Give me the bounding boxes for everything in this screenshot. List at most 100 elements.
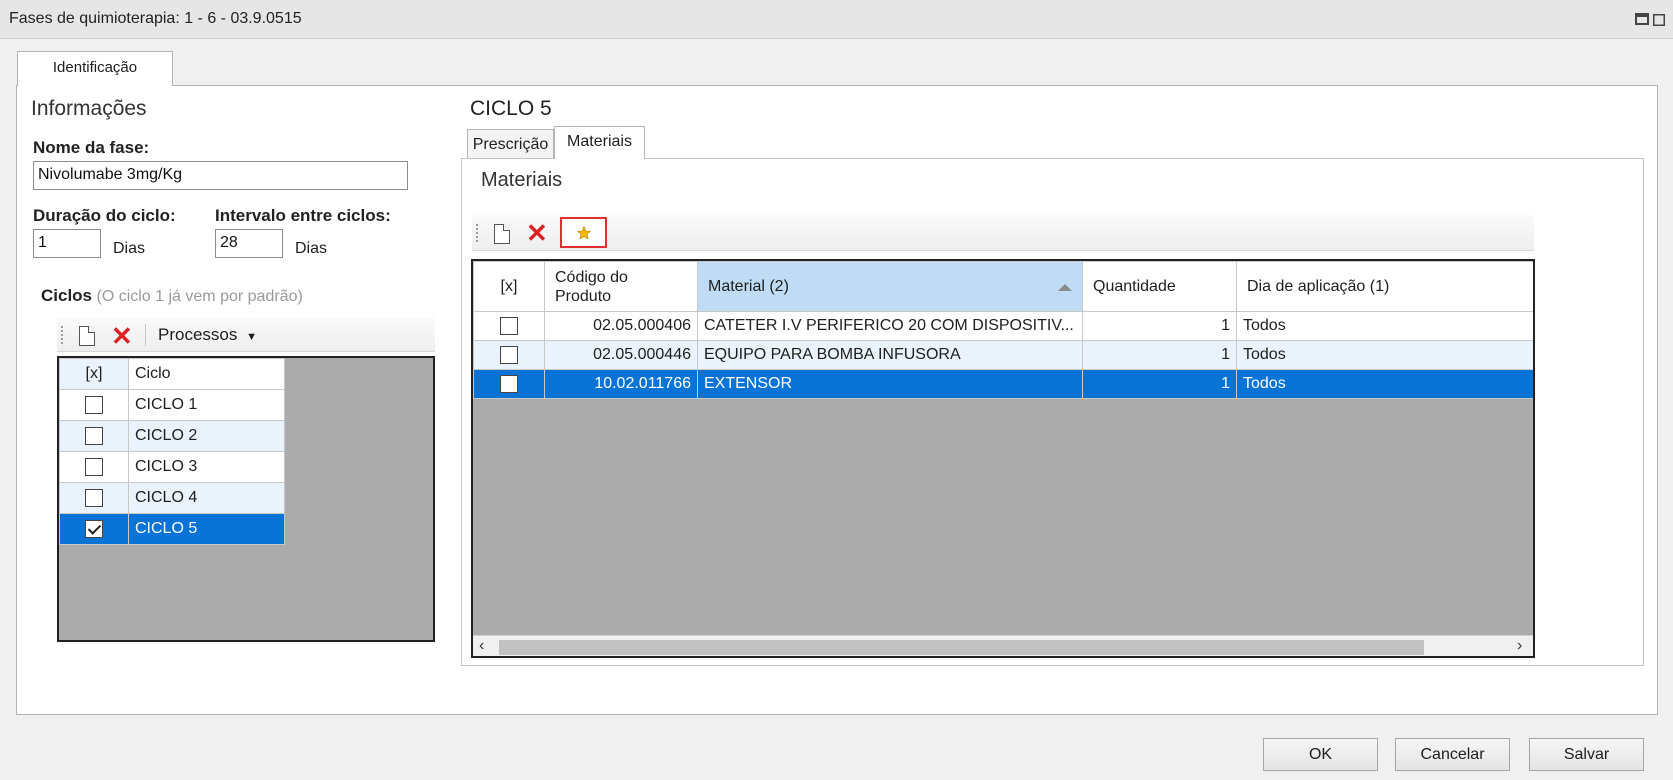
col-dia[interactable]: Dia de aplicação (1)	[1236, 261, 1533, 312]
col-ciclo[interactable]: Ciclo	[128, 358, 285, 390]
material-row[interactable]: 10.02.011766 EXTENSOR 1 Todos	[473, 369, 1533, 399]
material-codigo-cell[interactable]: 02.05.000406	[544, 311, 698, 341]
window-titlebar: Fases de quimioterapia: 1 - 6 - 03.9.051…	[0, 0, 1673, 39]
col-codigo-line2: Produto	[555, 287, 612, 305]
identificacao-panel: Informações Nome da fase: Nivolumabe 3mg…	[16, 85, 1658, 715]
toolbar-grip	[61, 326, 64, 344]
ciclo-row[interactable]: CICLO 4	[59, 482, 285, 514]
col-check[interactable]: [x]	[473, 261, 545, 312]
ciclo-row[interactable]: CICLO 1	[59, 389, 285, 421]
materiais-grid: [x] Código do Produto Material (2) Quant…	[471, 259, 1535, 658]
toolbar-grip	[476, 224, 479, 242]
ciclo-name-cell[interactable]: CICLO 4	[128, 482, 285, 514]
intervalo-unit: Dias	[295, 240, 328, 257]
favorite-button[interactable]	[560, 217, 607, 248]
scroll-right-icon[interactable]: ›	[1517, 637, 1522, 655]
ciclo-checkbox[interactable]	[85, 519, 103, 538]
ciclos-toolbar: ✕ Processos ▼	[57, 318, 435, 352]
ciclo-row-check-cell[interactable]	[59, 513, 129, 545]
material-row[interactable]: 02.05.000446 EQUIPO PARA BOMBA INFUSORA 1 T…	[473, 340, 1533, 370]
ciclo-checkbox[interactable]	[85, 395, 103, 414]
materiais-toolbar: ✕	[472, 215, 1534, 251]
duracao-ciclo-label: Duração do ciclo:	[33, 206, 176, 225]
ciclos-table: [x] Ciclo CICLO 1 CICLO 2 CICLO 3 CICLO 4 CI…	[59, 358, 285, 545]
material-quantidade-cell[interactable]: 1	[1082, 369, 1237, 399]
tab-identificacao[interactable]: Identificação	[17, 51, 173, 86]
ok-button[interactable]: OK	[1263, 738, 1378, 771]
ciclo-name-cell[interactable]: CICLO 3	[128, 451, 285, 483]
new-material-icon[interactable]	[494, 224, 510, 244]
cancel-button[interactable]: Cancelar	[1395, 738, 1510, 771]
horizontal-scrollbar[interactable]: ‹ ›	[473, 635, 1533, 656]
favorite-star-icon	[577, 226, 591, 240]
processos-label: Processos	[158, 325, 238, 344]
nome-fase-label: Nome da fase:	[33, 138, 150, 157]
scroll-left-icon[interactable]: ‹	[479, 637, 484, 655]
material-check-cell[interactable]	[473, 311, 545, 341]
restore-window-icon[interactable]	[1635, 13, 1649, 25]
ciclo-row[interactable]: CICLO 5	[59, 513, 285, 545]
materiais-panel: Materiais ✕ [x] Código do Produto Materi…	[461, 158, 1644, 666]
ciclo-row-check-cell[interactable]	[59, 389, 129, 421]
ciclo-row[interactable]: CICLO 3	[59, 451, 285, 483]
material-codigo-cell[interactable]: 02.05.000446	[544, 340, 698, 370]
material-check-cell[interactable]	[473, 369, 545, 399]
material-name-cell[interactable]: EXTENSOR	[697, 369, 1083, 399]
materiais-table: [x] Código do Produto Material (2) Quant…	[473, 261, 1533, 399]
scroll-thumb[interactable]	[499, 640, 1424, 655]
ciclo-checkbox[interactable]	[85, 457, 103, 476]
close-window-icon[interactable]	[1652, 13, 1666, 27]
ciclo-row-check-cell[interactable]	[59, 451, 129, 483]
delete-ciclo-icon[interactable]: ✕	[111, 323, 133, 349]
ciclo-name-cell[interactable]: CICLO 2	[128, 420, 285, 452]
material-checkbox[interactable]	[500, 316, 518, 335]
material-dia-cell[interactable]: Todos	[1236, 340, 1533, 370]
col-codigo-line1: Código do	[555, 268, 628, 286]
material-codigo-cell[interactable]: 10.02.011766	[544, 369, 698, 399]
material-dia-cell[interactable]: Todos	[1236, 369, 1533, 399]
duracao-unit: Dias	[113, 240, 146, 257]
ciclos-label: Ciclos	[41, 286, 93, 305]
ciclos-hint: (O ciclo 1 já vem por padrão)	[96, 288, 303, 305]
material-dia-cell[interactable]: Todos	[1236, 311, 1533, 341]
col-material-label: Material (2)	[708, 277, 789, 295]
ciclos-grid: [x] Ciclo CICLO 1 CICLO 2 CICLO 3 CICLO 4 CI…	[57, 356, 435, 642]
material-row[interactable]: 02.05.000406 CATETER I.V PERIFERICO 20 CO…	[473, 311, 1533, 341]
material-checkbox[interactable]	[500, 374, 518, 393]
intervalo-ciclos-input[interactable]: 28	[215, 229, 283, 258]
material-check-cell[interactable]	[473, 340, 545, 370]
ciclo-checkbox[interactable]	[85, 488, 103, 507]
ciclo-row-check-cell[interactable]	[59, 482, 129, 514]
col-material[interactable]: Material (2)	[697, 261, 1083, 312]
save-button[interactable]: Salvar	[1529, 738, 1644, 771]
processos-menu[interactable]: Processos ▼	[158, 325, 257, 345]
ciclo-row-check-cell[interactable]	[59, 420, 129, 452]
ciclo-name-cell[interactable]: CICLO 5	[128, 513, 285, 545]
sort-ascending-icon	[1058, 284, 1072, 291]
toolbar-separator	[145, 324, 146, 346]
material-checkbox[interactable]	[500, 345, 518, 364]
nome-fase-input[interactable]: Nivolumabe 3mg/Kg	[33, 161, 408, 190]
ciclos-heading: Ciclos (O ciclo 1 já vem por padrão)	[41, 286, 303, 306]
new-ciclo-icon[interactable]	[79, 326, 95, 346]
material-quantidade-cell[interactable]: 1	[1082, 311, 1237, 341]
window-title: Fases de quimioterapia: 1 - 6 - 03.9.051…	[9, 10, 302, 27]
materiais-heading: Materiais	[481, 169, 563, 191]
informacoes-heading: Informações	[31, 97, 147, 120]
dropdown-caret-icon: ▼	[246, 331, 257, 343]
delete-material-icon[interactable]: ✕	[526, 220, 548, 246]
duracao-ciclo-input[interactable]: 1	[33, 229, 101, 258]
material-quantidade-cell[interactable]: 1	[1082, 340, 1237, 370]
tab-materiais[interactable]: Materiais	[554, 126, 645, 159]
tab-prescricao[interactable]: Prescrição	[467, 129, 554, 160]
col-quantidade[interactable]: Quantidade	[1082, 261, 1237, 312]
ciclo-name-cell[interactable]: CICLO 1	[128, 389, 285, 421]
col-codigo[interactable]: Código do Produto	[544, 261, 698, 312]
material-name-cell[interactable]: CATETER I.V PERIFERICO 20 COM DISPOSITIV…	[697, 311, 1083, 341]
ciclo-heading: CICLO 5	[470, 97, 552, 120]
ciclo-row[interactable]: CICLO 2	[59, 420, 285, 452]
ciclo-checkbox[interactable]	[85, 426, 103, 445]
intervalo-ciclos-label: Intervalo entre ciclos:	[215, 206, 391, 225]
material-name-cell[interactable]: EQUIPO PARA BOMBA INFUSORA	[697, 340, 1083, 370]
col-check[interactable]: [x]	[59, 358, 129, 390]
